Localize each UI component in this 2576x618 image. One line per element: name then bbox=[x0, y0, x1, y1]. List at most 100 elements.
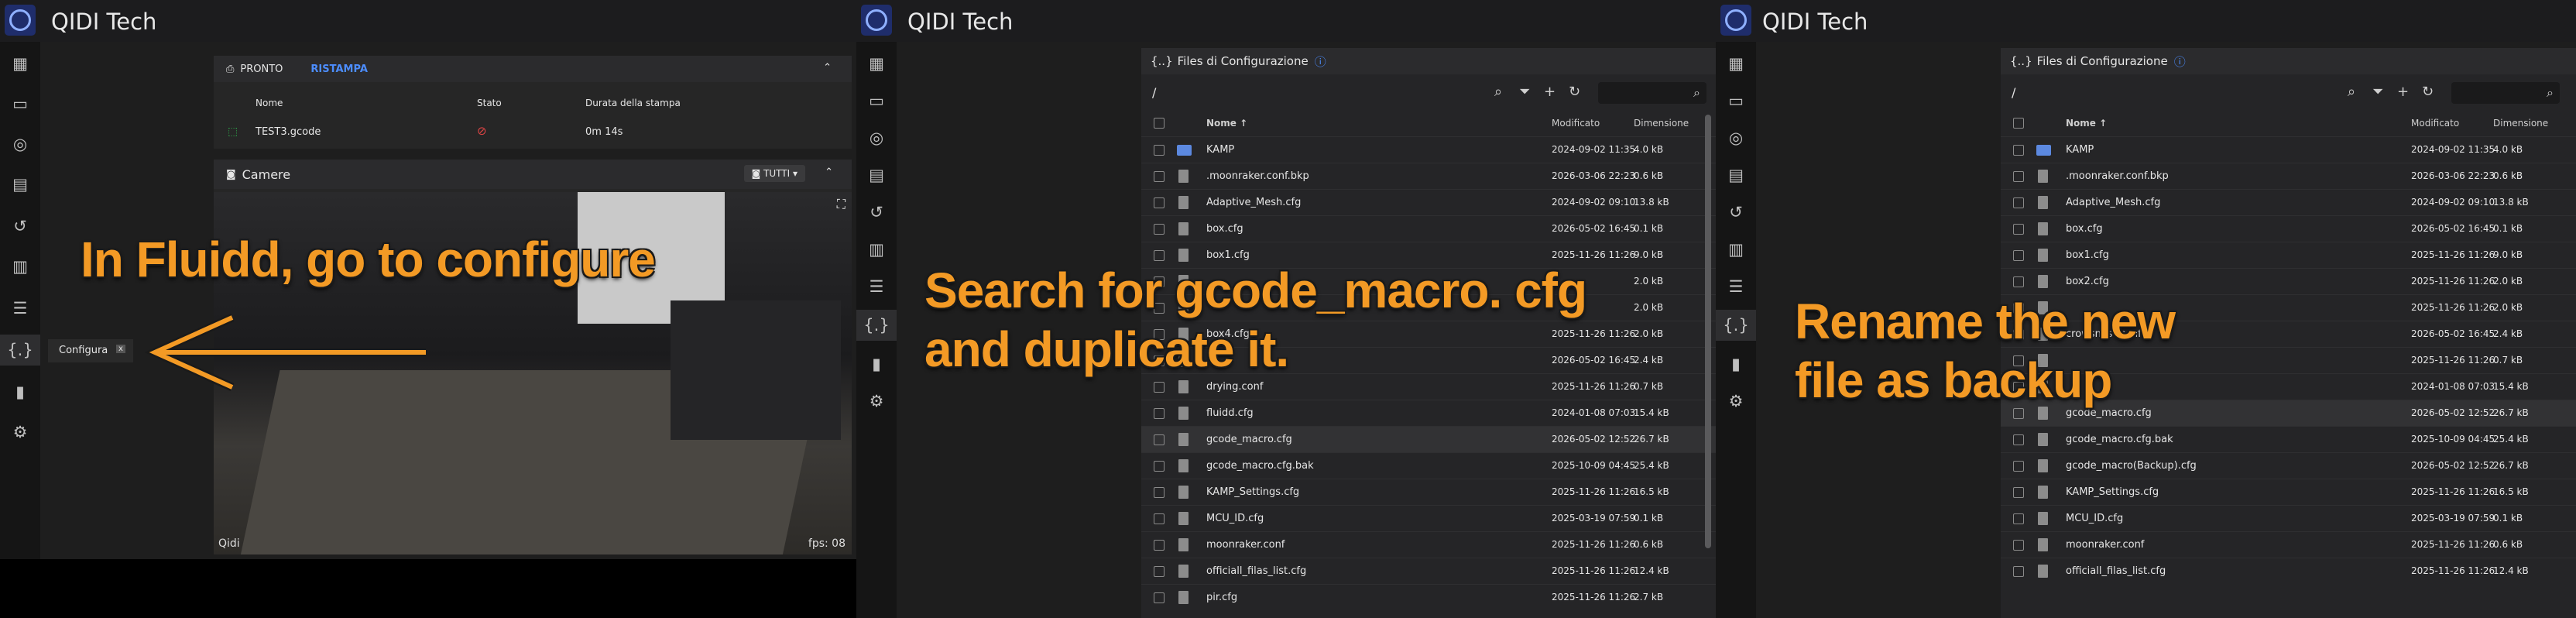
file-row[interactable]: KAMP 2024-09-02 11:35 4.0 kB bbox=[2001, 136, 2576, 163]
row-checkbox[interactable] bbox=[2013, 224, 2024, 235]
col-modified[interactable]: Modificato bbox=[1552, 118, 1600, 129]
help-icon[interactable]: ⓘ bbox=[2174, 53, 2186, 70]
file-row[interactable]: KAMP_Settings.cfg 2025-11-26 11:26 16.5 kB bbox=[2001, 479, 2576, 506]
camera-icon[interactable]: ◎ bbox=[1716, 122, 1756, 153]
row-checkbox[interactable] bbox=[2013, 145, 2024, 156]
tune-icon[interactable]: ☰ bbox=[0, 293, 40, 324]
jobs-icon[interactable]: ▤ bbox=[1716, 160, 1756, 191]
file-row[interactable]: box2.cfg 2025-11-26 11:26 2.0 kB bbox=[2001, 268, 2576, 295]
row-checkbox[interactable] bbox=[1154, 592, 1165, 603]
file-row[interactable]: officiall_filas_list.cfg 2025-11-26 11:26… bbox=[1141, 558, 1716, 585]
file-row[interactable]: fluidd.cfg 2024-01-08 07:03 15.4 kB bbox=[1141, 400, 1716, 427]
fullscreen-icon[interactable]: ⛶ bbox=[837, 197, 846, 212]
reprint-tab[interactable]: RISTAMPA bbox=[310, 64, 367, 75]
dashboard-icon[interactable]: ▦ bbox=[0, 48, 40, 79]
tune-icon[interactable]: ☰ bbox=[856, 271, 897, 302]
job-name[interactable]: TEST3.gcode bbox=[256, 126, 321, 138]
file-row[interactable]: Adaptive_Mesh.cfg 2024-09-02 09:10 13.8 kB bbox=[1141, 189, 1716, 216]
row-checkbox[interactable] bbox=[1154, 145, 1165, 156]
file-row[interactable]: .moonraker.conf.bkp 2026-03-06 22:23 0.6 k… bbox=[2001, 163, 2576, 190]
row-checkbox[interactable] bbox=[1154, 197, 1165, 208]
file-row[interactable]: MCU_ID.cfg 2025-03-19 07:59 0.1 kB bbox=[1141, 505, 1716, 532]
jobs-icon[interactable]: ▤ bbox=[856, 160, 897, 191]
row-checkbox[interactable] bbox=[1154, 513, 1165, 524]
dashboard-icon[interactable]: ▦ bbox=[856, 48, 897, 79]
console-icon[interactable]: ▭ bbox=[856, 85, 897, 116]
system-icon[interactable]: ▮ bbox=[0, 376, 40, 407]
select-all-checkbox[interactable] bbox=[2013, 118, 2024, 129]
row-checkbox[interactable] bbox=[2013, 408, 2024, 419]
scrollbar[interactable] bbox=[1705, 115, 1711, 548]
row-checkbox[interactable] bbox=[1154, 382, 1165, 393]
tune-icon[interactable]: ☰ bbox=[1716, 271, 1756, 302]
file-row[interactable]: moonraker.conf 2025-11-26 11:26 0.6 kB bbox=[1141, 531, 1716, 558]
macros-icon[interactable]: ▥ bbox=[1716, 234, 1756, 265]
row-checkbox[interactable] bbox=[2013, 276, 2024, 287]
file-row[interactable]: .moonraker.conf.bkp 2026-03-06 22:23 0.6 k… bbox=[1141, 163, 1716, 190]
qidi-logo-icon[interactable] bbox=[861, 5, 892, 36]
filter-icon[interactable]: ⏷ bbox=[1519, 84, 1530, 100]
history-icon[interactable]: ↺ bbox=[0, 211, 40, 242]
row-checkbox[interactable] bbox=[1154, 171, 1165, 182]
row-checkbox[interactable] bbox=[1154, 461, 1165, 472]
jobs-icon[interactable]: ▤ bbox=[0, 169, 40, 200]
col-name[interactable]: Nome ↑ bbox=[1206, 118, 1247, 129]
row-checkbox[interactable] bbox=[2013, 434, 2024, 445]
refresh-icon[interactable]: ↻ bbox=[2422, 84, 2434, 100]
file-row[interactable]: MCU_ID.cfg 2025-03-19 07:59 0.1 kB bbox=[2001, 505, 2576, 532]
help-icon[interactable]: ⓘ bbox=[1315, 53, 1326, 70]
file-row[interactable]: KAMP_Settings.cfg 2025-11-26 11:26 16.5 kB bbox=[1141, 479, 1716, 506]
camera-icon[interactable]: ◎ bbox=[856, 122, 897, 153]
qidi-logo-icon[interactable] bbox=[5, 5, 36, 36]
file-row[interactable]: officiall_filas_list.cfg 2025-11-26 11:26… bbox=[2001, 558, 2576, 585]
col-name[interactable]: Nome ↑ bbox=[2066, 118, 2107, 129]
collapse-icon[interactable]: ⌃ bbox=[823, 62, 832, 74]
file-row[interactable]: box.cfg 2026-05-02 16:45 0.1 kB bbox=[1141, 215, 1716, 242]
row-checkbox[interactable] bbox=[2013, 461, 2024, 472]
row-checkbox[interactable] bbox=[1154, 487, 1165, 498]
row-checkbox[interactable] bbox=[2013, 513, 2024, 524]
col-size[interactable]: Dimensione bbox=[2493, 118, 2548, 129]
file-row[interactable]: pir.cfg 2025-11-26 11:26 2.7 kB bbox=[1141, 584, 1716, 611]
row-checkbox[interactable] bbox=[1154, 566, 1165, 577]
select-all-checkbox[interactable] bbox=[1154, 118, 1165, 129]
camera-icon[interactable]: ◎ bbox=[0, 129, 40, 160]
row-checkbox[interactable] bbox=[1154, 408, 1165, 419]
console-icon[interactable]: ▭ bbox=[0, 88, 40, 119]
settings-icon[interactable]: ⚙ bbox=[856, 386, 897, 417]
row-checkbox[interactable] bbox=[2013, 171, 2024, 182]
settings-icon[interactable]: ⚙ bbox=[1716, 386, 1756, 417]
row-checkbox[interactable] bbox=[2013, 487, 2024, 498]
qidi-logo-icon[interactable] bbox=[1720, 5, 1751, 36]
config-icon[interactable]: {.} bbox=[0, 335, 40, 366]
file-row[interactable]: gcode_macro.cfg.bak 2025-10-09 04:45 25.4 … bbox=[2001, 426, 2576, 453]
row-checkbox[interactable] bbox=[1154, 224, 1165, 235]
col-size[interactable]: Dimensione bbox=[1634, 118, 1689, 129]
camera-filter-button[interactable]: ◙ TUTTI ▾ bbox=[743, 165, 805, 182]
system-icon[interactable]: ▮ bbox=[856, 348, 897, 379]
file-row[interactable]: KAMP 2024-09-02 11:35 4.0 kB bbox=[1141, 136, 1716, 163]
file-row[interactable]: moonraker.conf 2025-11-26 11:26 0.6 kB bbox=[2001, 531, 2576, 558]
refresh-icon[interactable]: ↻ bbox=[1569, 84, 1580, 100]
dashboard-icon[interactable]: ▦ bbox=[1716, 48, 1756, 79]
camera-collapse-icon[interactable]: ⌃ bbox=[825, 167, 833, 178]
row-checkbox[interactable] bbox=[2013, 197, 2024, 208]
config-icon[interactable]: {.} bbox=[856, 310, 897, 341]
row-checkbox[interactable] bbox=[2013, 250, 2024, 261]
file-row[interactable]: box1.cfg 2025-11-26 11:26 9.0 kB bbox=[2001, 242, 2576, 269]
macros-icon[interactable]: ▥ bbox=[0, 251, 40, 282]
filter-icon[interactable]: ⏷ bbox=[2372, 84, 2383, 100]
row-checkbox[interactable] bbox=[1154, 540, 1165, 551]
file-row[interactable]: gcode_macro.cfg 2026-05-02 12:52 26.7 kB bbox=[1141, 426, 1716, 453]
row-checkbox[interactable] bbox=[1154, 250, 1165, 261]
config-icon[interactable]: {.} bbox=[1716, 310, 1756, 341]
file-row[interactable]: box.cfg 2026-05-02 16:45 0.1 kB bbox=[2001, 215, 2576, 242]
settings-icon[interactable]: ⚙ bbox=[0, 417, 40, 448]
add-icon[interactable]: + bbox=[1544, 84, 1556, 100]
row-checkbox[interactable] bbox=[2013, 540, 2024, 551]
file-row[interactable]: Adaptive_Mesh.cfg 2024-09-02 09:10 13.8 kB bbox=[2001, 189, 2576, 216]
search-icon[interactable]: ⌕ bbox=[2348, 84, 2355, 100]
search-icon[interactable]: ⌕ bbox=[1494, 84, 1502, 100]
history-icon[interactable]: ↺ bbox=[1716, 197, 1756, 228]
file-row[interactable]: gcode_macro(Backup).cfg 2026-05-02 12:52 2… bbox=[2001, 452, 2576, 479]
